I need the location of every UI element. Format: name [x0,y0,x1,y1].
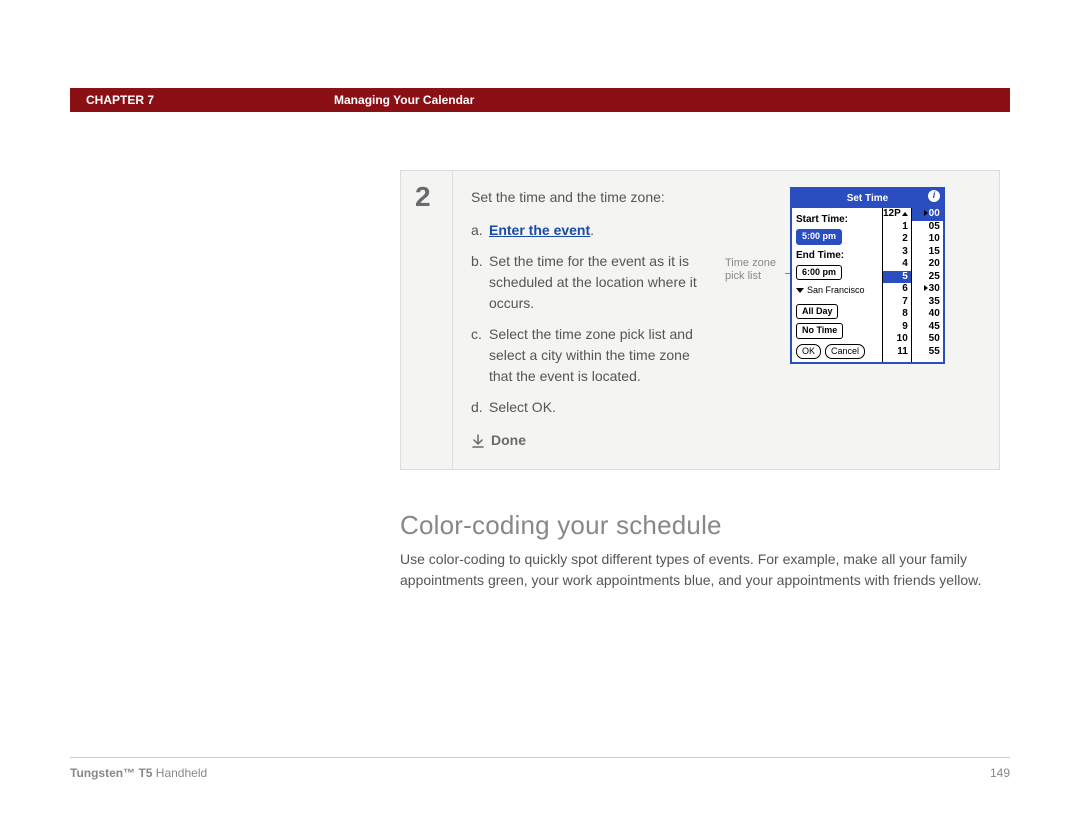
hour-value[interactable]: 2 [883,233,908,246]
step-item-c: c. Select the time zone pick list and se… [471,324,711,387]
info-icon[interactable]: i [928,190,940,202]
hour-value[interactable]: 4 [883,258,908,271]
dialog-title: Set Time i [792,189,943,208]
enter-event-link[interactable]: Enter the event [489,222,590,238]
chevron-down-icon [796,288,804,293]
page-number: 149 [990,766,1010,780]
time-columns: 12P1234567891011 00051015202530354045505… [883,208,943,362]
hour-value[interactable]: 5 [883,271,911,284]
set-time-dialog: Set Time i Start Time: 5:00 pm End Time:… [790,187,945,364]
minute-value[interactable]: 50 [912,333,940,346]
ok-button[interactable]: OK [796,344,821,360]
hour-value[interactable]: 11 [883,346,908,359]
step-b-text: Set the time for the event as it is sche… [489,251,711,314]
step-number: 2 [401,171,453,469]
down-arrow-icon [471,434,485,448]
callout: Time zone pick list [725,187,776,451]
step-item-d: d. Select OK. [471,397,711,418]
hour-value[interactable]: 8 [883,308,908,321]
hour-value[interactable]: 12P [883,208,908,221]
step-letter: d. [471,397,489,418]
callout-line2: pick list [725,270,761,283]
minute-value[interactable]: 05 [912,221,940,234]
step-body: Set the time and the time zone: a. Enter… [453,171,961,469]
step-item-b: b. Set the time for the event as it is s… [471,251,711,314]
start-time-label: Start Time: [796,212,878,227]
step-letter: a. [471,220,489,241]
minute-value[interactable]: 15 [912,246,940,259]
device-screenshot: Set Time i Start Time: 5:00 pm End Time:… [790,187,945,451]
step-d-text: Select OK. [489,397,556,418]
end-time-label: End Time: [796,248,878,263]
marker-icon [924,285,928,291]
done-indicator: Done [471,430,711,451]
cancel-button[interactable]: Cancel [825,344,865,360]
callout-line1: Time zone [725,257,776,270]
no-time-button[interactable]: No Time [796,323,843,339]
minute-value[interactable]: 25 [912,271,940,284]
section-paragraph: Use color-coding to quickly spot differe… [400,549,1000,591]
all-day-button[interactable]: All Day [796,304,839,320]
chapter-label: CHAPTER 7 [86,93,154,107]
marker-icon [924,210,928,216]
start-time-button[interactable]: 5:00 pm [796,229,842,245]
step-letter: b. [471,251,489,314]
hour-value[interactable]: 7 [883,296,908,309]
minute-value[interactable]: 20 [912,258,940,271]
hour-value[interactable]: 9 [883,321,908,334]
step-c-text: Select the time zone pick list and selec… [489,324,711,387]
timezone-value: San Francisco [807,284,865,298]
minute-value[interactable]: 45 [912,321,940,334]
main-content: 2 Set the time and the time zone: a. Ent… [400,170,1000,591]
minute-value[interactable]: 40 [912,308,940,321]
product-name: Tungsten™ T5 Handheld [70,766,207,780]
minute-value[interactable]: 35 [912,296,940,309]
step-letter: c. [471,324,489,387]
hour-value[interactable]: 3 [883,246,908,259]
section-heading: Color-coding your schedule [400,510,1000,541]
step-block: 2 Set the time and the time zone: a. Ent… [400,170,1000,470]
minute-value[interactable]: 55 [912,346,940,359]
minute-value[interactable]: 00 [912,208,943,221]
hour-value[interactable]: 10 [883,333,908,346]
timezone-picklist[interactable]: San Francisco [796,284,878,298]
page-footer: Tungsten™ T5 Handheld 149 [70,757,1010,780]
step-intro: Set the time and the time zone: [471,187,711,208]
minute-column[interactable]: 000510152025303540455055 [912,208,943,362]
step-instructions: Set the time and the time zone: a. Enter… [471,187,711,451]
hour-value[interactable]: 6 [883,283,908,296]
hour-column[interactable]: 12P1234567891011 [883,208,912,362]
end-time-button[interactable]: 6:00 pm [796,265,842,281]
up-arrow-icon[interactable] [902,212,908,216]
chapter-header: CHAPTER 7 Managing Your Calendar [70,88,1010,112]
done-label: Done [491,430,526,451]
step-a-suffix: . [590,222,594,238]
chapter-title: Managing Your Calendar [334,93,474,107]
step-item-a: a. Enter the event. [471,220,711,241]
hour-value[interactable]: 1 [883,221,908,234]
minute-value[interactable]: 30 [912,283,940,296]
dialog-left-panel: Start Time: 5:00 pm End Time: 6:00 pm Sa… [792,208,883,362]
minute-value[interactable]: 10 [912,233,940,246]
